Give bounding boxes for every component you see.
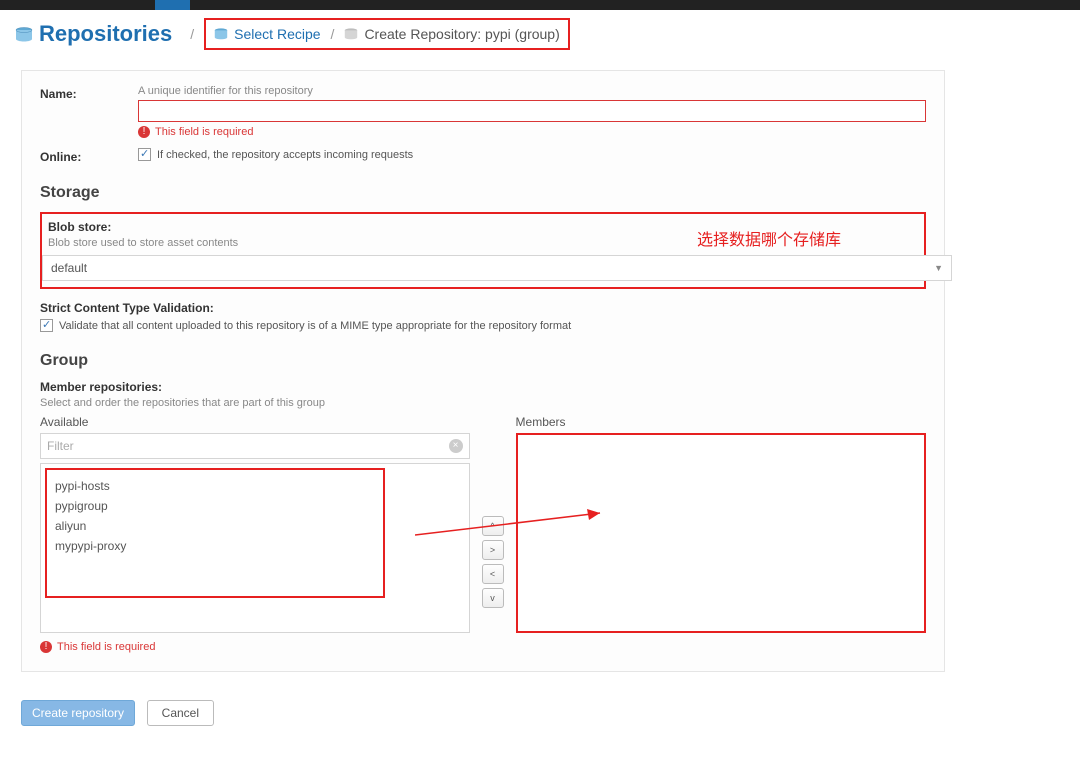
move-left-button[interactable]: <	[482, 564, 504, 584]
dual-list: Available Filter × pypi-hosts pypigroup …	[40, 415, 926, 653]
database-icon	[15, 27, 33, 42]
available-filter[interactable]: Filter ×	[40, 433, 470, 459]
breadcrumb-select-recipe[interactable]: Select Recipe	[234, 26, 320, 42]
blob-store-select[interactable]: default ▼	[42, 255, 952, 281]
form-panel: Name: A unique identifier for this repos…	[21, 70, 945, 672]
name-input[interactable]	[138, 100, 926, 122]
footer-buttons: Create repository Cancel	[21, 700, 1065, 726]
breadcrumb-sep: /	[190, 26, 194, 42]
members-error: ! This field is required	[40, 641, 470, 653]
members-label: Members	[516, 415, 926, 429]
cancel-button[interactable]: Cancel	[147, 700, 214, 726]
move-bottom-button[interactable]: v	[482, 588, 504, 608]
list-item[interactable]: mypypi-proxy	[55, 536, 375, 556]
list-item[interactable]: pypi-hosts	[55, 476, 375, 496]
list-item[interactable]: pypigroup	[55, 496, 375, 516]
name-error: ! This field is required	[138, 126, 926, 138]
blob-store-block: Blob store: Blob store used to store ass…	[40, 212, 926, 289]
breadcrumb-sep: /	[331, 26, 335, 42]
blob-store-value: default	[51, 261, 87, 275]
breadcrumb: Repositories / Select Recipe / Create Re…	[15, 10, 1065, 58]
strict-validation-text: Validate that all content uploaded to th…	[59, 320, 571, 332]
storage-section-head: Storage	[40, 184, 926, 202]
available-list[interactable]: pypi-hosts pypigroup aliyun mypypi-proxy	[40, 463, 470, 633]
name-field-row: Name: A unique identifier for this repos…	[40, 85, 926, 138]
name-label: Name:	[40, 85, 138, 101]
error-icon: !	[40, 641, 52, 653]
clear-filter-icon[interactable]: ×	[449, 439, 463, 453]
name-error-text: This field is required	[155, 126, 253, 138]
database-icon	[344, 28, 358, 40]
create-repository-button[interactable]: Create repository	[21, 700, 135, 726]
member-repos-help: Select and order the repositories that a…	[40, 397, 926, 409]
members-error-text: This field is required	[57, 641, 155, 653]
move-top-button[interactable]: ^	[482, 516, 504, 536]
strict-validation-label: Strict Content Type Validation:	[40, 301, 926, 315]
available-label: Available	[40, 415, 470, 429]
page-title[interactable]: Repositories	[39, 21, 172, 47]
blob-store-annotation: 选择数据哪个存储库	[697, 226, 841, 250]
error-icon: !	[138, 126, 150, 138]
breadcrumb-highlight: Select Recipe / Create Repository: pypi …	[204, 18, 570, 50]
breadcrumb-current: Create Repository: pypi (group)	[364, 26, 559, 42]
database-icon	[214, 28, 228, 40]
chevron-down-icon: ▼	[934, 263, 943, 273]
list-item[interactable]: aliyun	[55, 516, 375, 536]
filter-placeholder: Filter	[47, 439, 74, 453]
online-label: Online:	[40, 148, 138, 164]
move-right-button[interactable]: >	[482, 540, 504, 560]
online-check-label: If checked, the repository accepts incom…	[157, 149, 413, 161]
online-checkbox[interactable]	[138, 148, 151, 161]
available-highlight: pypi-hosts pypigroup aliyun mypypi-proxy	[45, 468, 385, 598]
online-field-row: Online: If checked, the repository accep…	[40, 148, 926, 164]
group-section-head: Group	[40, 352, 926, 370]
name-help: A unique identifier for this repository	[138, 85, 926, 97]
members-list[interactable]	[516, 433, 926, 633]
move-buttons: ^ > < v	[482, 471, 504, 653]
strict-validation-checkbox[interactable]	[40, 319, 53, 332]
active-tab-indicator	[155, 0, 190, 10]
member-repos-label: Member repositories:	[40, 380, 926, 394]
